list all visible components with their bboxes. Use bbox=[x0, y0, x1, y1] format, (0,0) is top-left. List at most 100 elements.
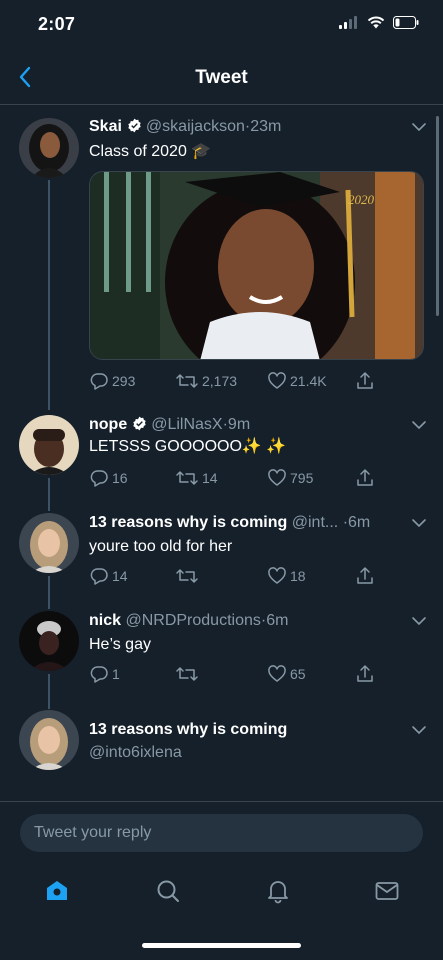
reply-icon bbox=[90, 470, 108, 487]
status-bar: 2:07 bbox=[0, 0, 443, 50]
tab-search[interactable] bbox=[153, 876, 183, 906]
tweet-header: nope @LilNasX·9m bbox=[89, 415, 401, 435]
tweet-header: 13 reasons why is coming bbox=[89, 720, 401, 740]
chevron-down-icon[interactable] bbox=[411, 417, 427, 433]
bell-icon bbox=[268, 881, 288, 904]
tweet-text: Class of 2020 🎓 bbox=[89, 143, 212, 160]
tweet-actions: 1 65 bbox=[89, 663, 389, 685]
timestamp: 6m bbox=[348, 514, 371, 531]
tweet[interactable]: nope @LilNasX·9m LETSSS GOOOOOO✨ ✨ 16 14 … bbox=[0, 415, 443, 495]
reply-count: 293 bbox=[112, 373, 136, 389]
display-name[interactable]: Skai bbox=[89, 118, 122, 135]
reply-count: 16 bbox=[112, 470, 128, 486]
share-icon bbox=[357, 665, 373, 682]
timestamp: 23m bbox=[250, 118, 282, 135]
handle[interactable]: @LilNasX bbox=[151, 416, 222, 433]
heart-icon bbox=[268, 372, 286, 389]
reply-button[interactable]: 293 bbox=[89, 370, 135, 392]
like-button[interactable]: 18 bbox=[267, 565, 306, 587]
retweet-button[interactable] bbox=[175, 565, 202, 587]
like-button[interactable]: 795 bbox=[267, 467, 313, 489]
retweet-count: 2,173 bbox=[202, 373, 238, 389]
chevron-down-icon[interactable] bbox=[411, 119, 427, 135]
handle[interactable]: @skaijackson bbox=[146, 118, 245, 135]
display-name[interactable]: nick bbox=[89, 612, 121, 629]
heart-icon bbox=[268, 567, 286, 584]
display-name[interactable]: 13 reasons why is coming bbox=[89, 514, 287, 531]
reply-icon bbox=[90, 373, 108, 390]
like-button[interactable]: 21.4K bbox=[267, 370, 327, 392]
timestamp: 6m bbox=[266, 612, 289, 629]
retweet-button[interactable] bbox=[175, 663, 202, 685]
handle[interactable]: @int... bbox=[292, 514, 338, 531]
like-count: 795 bbox=[290, 470, 314, 486]
display-name[interactable]: nope bbox=[89, 416, 127, 433]
tweet-text: He’s gay bbox=[89, 636, 151, 653]
tweet-text: LETSSS GOOOOOO✨ ✨ bbox=[89, 438, 287, 455]
tweet-actions: 14 18 bbox=[89, 565, 389, 587]
handle[interactable]: @into6ixlena bbox=[89, 742, 423, 763]
tab-notifications[interactable] bbox=[263, 876, 293, 906]
nav-bar: Tweet bbox=[0, 50, 443, 105]
like-button[interactable]: 65 bbox=[267, 663, 306, 685]
heart-icon bbox=[268, 469, 286, 486]
status-time: 2:07 bbox=[38, 14, 76, 34]
avatar[interactable] bbox=[19, 118, 79, 178]
signal-icon bbox=[339, 16, 357, 29]
tweet-text: youre too old for her bbox=[89, 538, 233, 555]
like-count: 21.4K bbox=[290, 373, 327, 389]
share-button[interactable] bbox=[355, 663, 375, 685]
retweet-icon bbox=[176, 374, 198, 388]
reply-button[interactable]: 16 bbox=[89, 467, 128, 489]
search-icon bbox=[157, 880, 179, 902]
chevron-down-icon[interactable] bbox=[411, 613, 427, 629]
battery-icon bbox=[393, 16, 419, 29]
share-icon bbox=[357, 372, 373, 389]
like-count: 18 bbox=[290, 568, 306, 584]
share-button[interactable] bbox=[355, 467, 375, 489]
tweet-actions: 16 14 795 bbox=[89, 467, 389, 489]
retweet-icon bbox=[176, 569, 198, 583]
tweet[interactable]: Skai @skaijackson·23m Class of 2020 🎓 202… bbox=[0, 117, 443, 397]
tab-messages[interactable] bbox=[372, 876, 402, 906]
retweet-button[interactable]: 14 bbox=[175, 467, 218, 489]
chevron-down-icon[interactable] bbox=[411, 722, 427, 738]
home-indicator bbox=[142, 943, 301, 948]
avatar[interactable] bbox=[19, 513, 79, 573]
reply-bar bbox=[0, 801, 443, 860]
status-icons bbox=[339, 16, 419, 29]
retweet-icon bbox=[176, 667, 198, 681]
reply-input[interactable] bbox=[20, 814, 423, 852]
avatar[interactable] bbox=[19, 611, 79, 671]
tweet-actions: 293 2,173 21.4K bbox=[89, 370, 389, 392]
tweet[interactable]: nick @NRDProductions·6m He’s gay 1 65 bbox=[0, 611, 443, 691]
retweet-icon bbox=[176, 471, 198, 485]
retweet-button[interactable]: 2,173 bbox=[175, 370, 237, 392]
timestamp: 9m bbox=[227, 416, 251, 433]
reply-button[interactable]: 14 bbox=[89, 565, 128, 587]
share-icon bbox=[357, 469, 373, 486]
display-name[interactable]: 13 reasons why is coming bbox=[89, 721, 287, 738]
reply-icon bbox=[90, 666, 108, 683]
reply-count: 1 bbox=[112, 666, 120, 682]
graduation-photo: 2020 bbox=[90, 172, 423, 359]
chevron-down-icon[interactable] bbox=[411, 515, 427, 531]
verified-badge-icon bbox=[128, 118, 141, 133]
tweet-header: 13 reasons why is coming @int... ·6m bbox=[89, 513, 401, 533]
tweet-image[interactable]: 2020 bbox=[89, 171, 424, 360]
image-badge: 2020 bbox=[348, 192, 375, 207]
avatar[interactable] bbox=[19, 415, 79, 475]
avatar[interactable] bbox=[19, 710, 79, 770]
reply-count: 14 bbox=[112, 568, 128, 584]
tweet[interactable]: 13 reasons why is coming @into6ixlena bbox=[0, 710, 443, 780]
tab-bar bbox=[0, 860, 443, 920]
share-button[interactable] bbox=[355, 565, 375, 587]
tab-home[interactable] bbox=[42, 876, 72, 906]
share-button[interactable] bbox=[355, 370, 375, 392]
envelope-icon bbox=[375, 882, 399, 900]
reply-button[interactable]: 1 bbox=[89, 663, 120, 685]
reply-icon bbox=[90, 568, 108, 585]
tweet-header: Skai @skaijackson·23m bbox=[89, 117, 401, 137]
handle[interactable]: @NRDProductions bbox=[125, 612, 260, 629]
tweet[interactable]: 13 reasons why is coming @int... ·6m you… bbox=[0, 513, 443, 593]
